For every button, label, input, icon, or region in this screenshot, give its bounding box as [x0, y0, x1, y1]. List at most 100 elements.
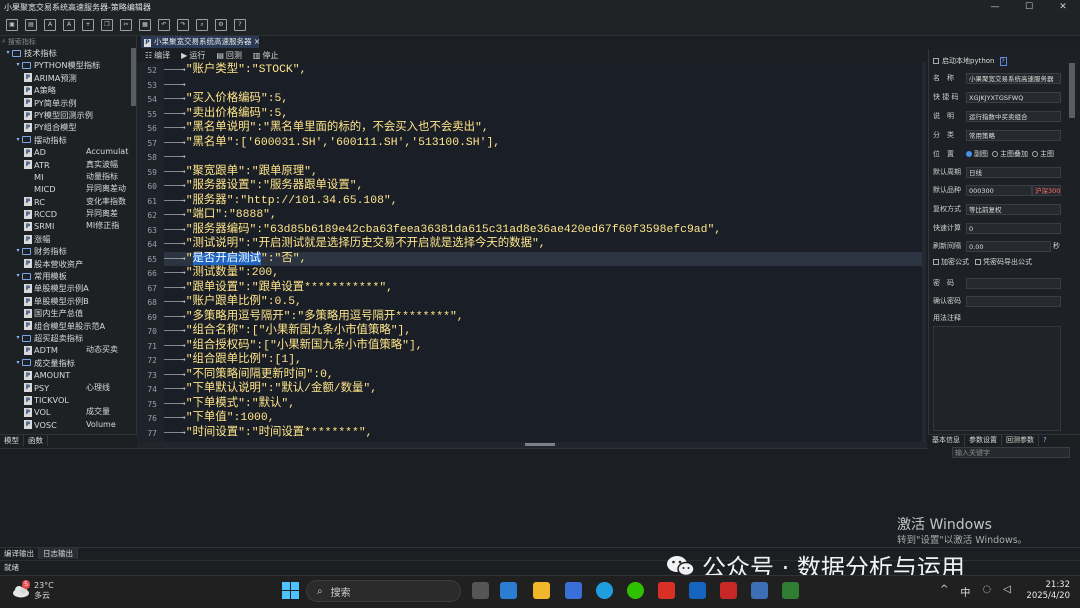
radio-sub-icon[interactable]	[966, 151, 972, 157]
tree-folder[interactable]: ▾ PYTHON模型指标	[0, 59, 131, 71]
code-line[interactable]: ———→"下单模式":"默认",	[164, 397, 924, 411]
help-icon[interactable]: ?	[1039, 435, 1051, 446]
network-icon[interactable]: ◌	[982, 584, 991, 599]
undo-icon[interactable]: ↶	[158, 18, 170, 31]
stop-button[interactable]: ▥ 停止	[253, 50, 279, 61]
code-line[interactable]: ———→"不同策略间隔更新时间":0,	[164, 368, 924, 382]
find-icon[interactable]: ⌕	[196, 18, 208, 31]
notes-area[interactable]	[933, 326, 1061, 431]
code-line[interactable]: ———→"测试数量":200,	[164, 266, 924, 280]
chevron-down-icon[interactable]: ▾	[4, 47, 12, 59]
tree-item[interactable]: P TICKVOL	[0, 394, 131, 406]
app-m-icon[interactable]	[689, 582, 706, 599]
code-line[interactable]: ———→"测试说明":"开启测试就是选择历史交易不开启就是选择今天的数据",	[164, 237, 924, 251]
radio-overlay-icon[interactable]	[992, 151, 998, 157]
wps-icon[interactable]	[658, 582, 675, 599]
code-line[interactable]: ———→"黑名单":['600031.SH','600111.SH','5131…	[164, 136, 924, 150]
windows-start-icon[interactable]	[282, 582, 299, 599]
edge-icon[interactable]	[596, 582, 613, 599]
code-line[interactable]: ———→"时间设置":"时间设置********",	[164, 426, 924, 440]
file-explorer-icon[interactable]	[533, 582, 550, 599]
tree-folder[interactable]: ▾ 技术指标	[0, 47, 131, 59]
desc-field[interactable]: 运行指数中买卖组合	[966, 110, 1061, 122]
strategy-editor-icon[interactable]	[751, 582, 768, 599]
help-icon[interactable]: ?	[234, 18, 246, 31]
code-line[interactable]: ———→"组合跟单比例":[1],	[164, 353, 924, 367]
keyword-search-input[interactable]: 输入关键字	[952, 447, 1070, 458]
code-line[interactable]: ———→"端口":"8888",	[164, 208, 924, 222]
tab-log-output[interactable]: 日志输出	[39, 548, 78, 559]
settings-icon[interactable]: ⚙	[215, 18, 227, 31]
code-line[interactable]: ———→"服务器":"http://101.34.65.108",	[164, 194, 924, 208]
tree-item[interactable]: MICD 异同离差动	[0, 183, 131, 195]
tab-parameters[interactable]: 参数设置	[965, 435, 1002, 446]
tree-item[interactable]: P PY模型回测示例	[0, 109, 131, 121]
rights-select[interactable]: 等比前复权	[966, 203, 1061, 215]
enable-python-row[interactable]: 启动本地python ?	[933, 55, 1007, 67]
scroll-thumb[interactable]	[525, 443, 555, 446]
tree-item[interactable]: P ARIMA预测	[0, 72, 131, 84]
code-line[interactable]: ———→"账户类型":"STOCK",	[164, 63, 924, 77]
app-red-icon[interactable]	[720, 582, 737, 599]
code-line[interactable]: ———→"组合授权码":["小果新国九条小市值策略"],	[164, 339, 924, 353]
tree-item[interactable]: P 涨幅	[0, 233, 131, 245]
tab-function[interactable]: 函数	[24, 435, 48, 446]
tree-item[interactable]: P AMOUNT	[0, 369, 131, 381]
outlook-icon[interactable]	[500, 582, 517, 599]
tree-item[interactable]: P 单股模型示例B	[0, 295, 131, 307]
redo-icon[interactable]: ↷	[177, 18, 189, 31]
insert-icon[interactable]: +	[82, 18, 94, 31]
weather-widget[interactable]: 5 23°C 多云	[12, 580, 54, 601]
help-icon[interactable]: ?	[999, 56, 1007, 66]
chevron-down-icon[interactable]: ▾	[14, 270, 22, 282]
editor-vertical-scrollbar[interactable]	[922, 62, 926, 442]
tree-item[interactable]: P VOL 成交量	[0, 406, 131, 418]
maximize-button[interactable]: ☐	[1012, 2, 1046, 12]
close-icon[interactable]: ×	[254, 37, 260, 46]
checkbox-icon[interactable]	[975, 259, 981, 265]
code-line[interactable]: ———→"下单默认说明":"默认/金额/数量",	[164, 382, 924, 396]
code-line[interactable]: ———→"服务器编码":"63d85b6189e42cba63feea36381…	[164, 223, 924, 237]
ime-indicator[interactable]: 中	[960, 584, 970, 599]
tree-item[interactable]: P PY简单示例	[0, 97, 131, 109]
tree-item[interactable]: P ATR 真实波幅	[0, 159, 131, 171]
code-line[interactable]: ———→"跟单设置":"跟单设置***********",	[164, 281, 924, 295]
tree-item[interactable]: P 股本营收资产	[0, 258, 131, 270]
chevron-down-icon[interactable]: ▾	[14, 332, 22, 344]
refresh-field[interactable]: 0.00	[966, 240, 1051, 252]
tree-folder[interactable]: ▾ 摆动指标	[0, 134, 131, 146]
paste-icon[interactable]: ▦	[139, 18, 151, 31]
tree-item[interactable]: P SRMI MI修正指	[0, 220, 131, 232]
taskbar-clock[interactable]: 21:32 2025/4/20	[1020, 580, 1070, 602]
code-line[interactable]: ———→"账户跟单比例":0.5,	[164, 295, 924, 309]
properties-scrollbar[interactable]	[1066, 49, 1080, 434]
store-icon[interactable]	[565, 582, 582, 599]
code-line[interactable]: ———→"下单值":1000,	[164, 411, 924, 425]
tree-item[interactable]: P 国内生产总值	[0, 307, 131, 319]
tree-item[interactable]: P RCCD 异同离差	[0, 208, 131, 220]
backtest-button[interactable]: ▤ 回测	[216, 50, 242, 61]
compile-button[interactable]: ☷ 编译	[145, 50, 170, 61]
app-green-icon[interactable]	[782, 582, 799, 599]
confirm-password-field[interactable]	[966, 295, 1061, 307]
code-line[interactable]: ———→	[164, 78, 924, 92]
code-line[interactable]: ———→"黑名单说明":"黑名单里面的标的，不会买入也不会卖出",	[164, 121, 924, 135]
minimize-button[interactable]: —	[978, 2, 1012, 12]
checkbox-icon[interactable]	[933, 58, 939, 64]
code-line[interactable]: ———→"多策略用逗号隔开":"多策略用逗号隔开********",	[164, 310, 924, 324]
chevron-down-icon[interactable]: ▾	[14, 134, 22, 146]
tree-folder[interactable]: ▾ 财务指标	[0, 245, 131, 257]
code-line[interactable]: ———→"买入价格编码":5,	[164, 92, 924, 106]
code-field[interactable]: XGJKJYXTGSFWQ	[966, 91, 1061, 103]
tab-basic-info[interactable]: 基本信息	[928, 435, 965, 446]
period-select[interactable]: 日线	[966, 166, 1061, 178]
chevron-down-icon[interactable]: ▾	[14, 59, 22, 71]
radio-main-icon[interactable]	[1032, 151, 1038, 157]
tree-folder[interactable]: ▾ 常用模板	[0, 270, 131, 282]
tree-item[interactable]: MI 动量指标	[0, 171, 131, 183]
volume-icon[interactable]: ◁	[1003, 584, 1011, 599]
wechat-app-icon[interactable]	[627, 582, 644, 599]
tab-model[interactable]: 模型	[0, 435, 24, 446]
tree-item[interactable]: P VOSC Volume	[0, 419, 131, 431]
password-field[interactable]	[966, 277, 1061, 289]
